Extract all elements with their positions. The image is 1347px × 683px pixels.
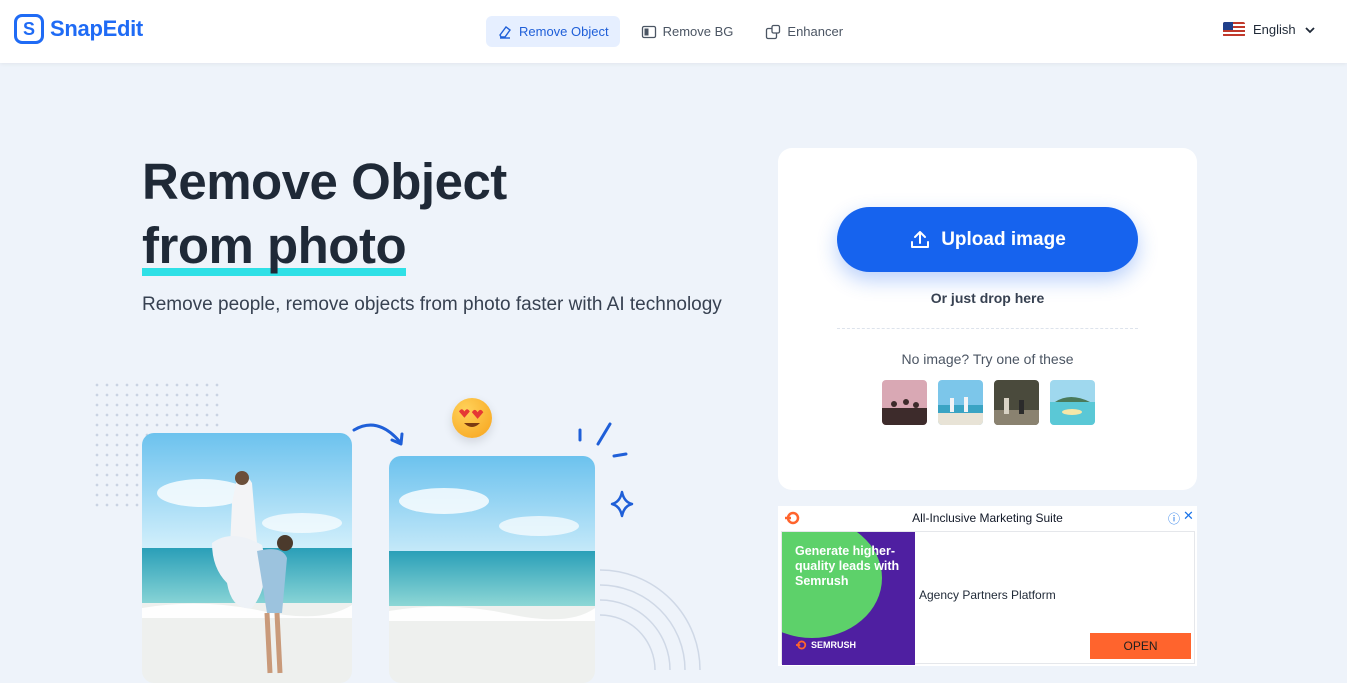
ad-brand: SEMRUSH [795, 640, 856, 650]
before-photo [142, 433, 352, 683]
ad-info-icon[interactable]: ⓘ [1168, 510, 1180, 527]
ad-headline[interactable]: All-Inclusive Marketing Suite [778, 511, 1197, 525]
sample-images [882, 380, 1095, 425]
upload-button-label: Upload image [941, 228, 1066, 250]
sample-image-street-scene[interactable] [994, 380, 1039, 425]
heart-eyes-emoji-icon [452, 398, 492, 438]
ad-image-text: Generate higher-quality leads with Semru… [795, 544, 900, 588]
nav-remove-object[interactable]: Remove Object [486, 16, 620, 47]
decorative-rings [599, 569, 701, 671]
sample-image-sunset-group[interactable] [882, 380, 927, 425]
snapedit-logo-icon: S [14, 14, 44, 44]
ad-header: All-Inclusive Marketing Suite ⓘ ✕ [778, 506, 1197, 530]
ad-open-button[interactable]: OPEN [1090, 633, 1191, 659]
remove-bg-icon [641, 24, 657, 40]
us-flag-icon [1223, 22, 1245, 37]
upload-image-button[interactable]: Upload image [837, 207, 1138, 272]
ad-close-icon[interactable]: ✕ [1183, 508, 1194, 524]
chevron-down-icon [1305, 26, 1315, 33]
drop-hint: Or just drop here [930, 290, 1045, 306]
semrush-logo-icon [796, 640, 807, 650]
sample-image-beach-people[interactable] [938, 380, 983, 425]
hero-title: Remove Object from photo [142, 150, 507, 278]
language-label: English [1253, 22, 1296, 37]
upload-icon [911, 230, 930, 248]
logo[interactable]: S SnapEdit [14, 14, 143, 44]
sample-image-coastal-island[interactable] [1050, 380, 1095, 425]
main-nav: Remove Object Remove BG Enhancer [486, 16, 854, 47]
ad-image[interactable]: Generate higher-quality leads with Semru… [782, 532, 915, 665]
nav-remove-bg[interactable]: Remove BG [630, 16, 745, 47]
hero-title-line2: from photo [142, 217, 407, 276]
nav-label: Remove Object [519, 24, 609, 39]
hero-title-line1: Remove Object [142, 153, 507, 210]
top-header: S SnapEdit Remove Object Remove BG Enhan… [0, 0, 1347, 63]
language-selector[interactable]: English [1223, 22, 1316, 37]
divider [837, 328, 1138, 329]
enhancer-icon [765, 24, 781, 40]
sample-prompt: No image? Try one of these [901, 351, 1074, 367]
upload-card: Upload image Or just drop here No image?… [778, 148, 1197, 490]
sparkle-icon [578, 422, 634, 518]
ad-body[interactable]: Generate higher-quality leads with Semru… [781, 531, 1195, 665]
nav-enhancer[interactable]: Enhancer [754, 16, 854, 47]
nav-label: Enhancer [787, 24, 844, 39]
nav-label: Remove BG [662, 24, 734, 39]
hero-subtitle: Remove people, remove objects from photo… [142, 294, 722, 315]
logo-text: SnapEdit [50, 16, 143, 41]
eraser-icon [497, 24, 513, 40]
curved-arrow-icon [352, 423, 404, 446]
ad-body-text[interactable]: Agency Partners Platform [919, 588, 1056, 602]
advertisement: All-Inclusive Marketing Suite ⓘ ✕ Genera… [778, 506, 1197, 666]
